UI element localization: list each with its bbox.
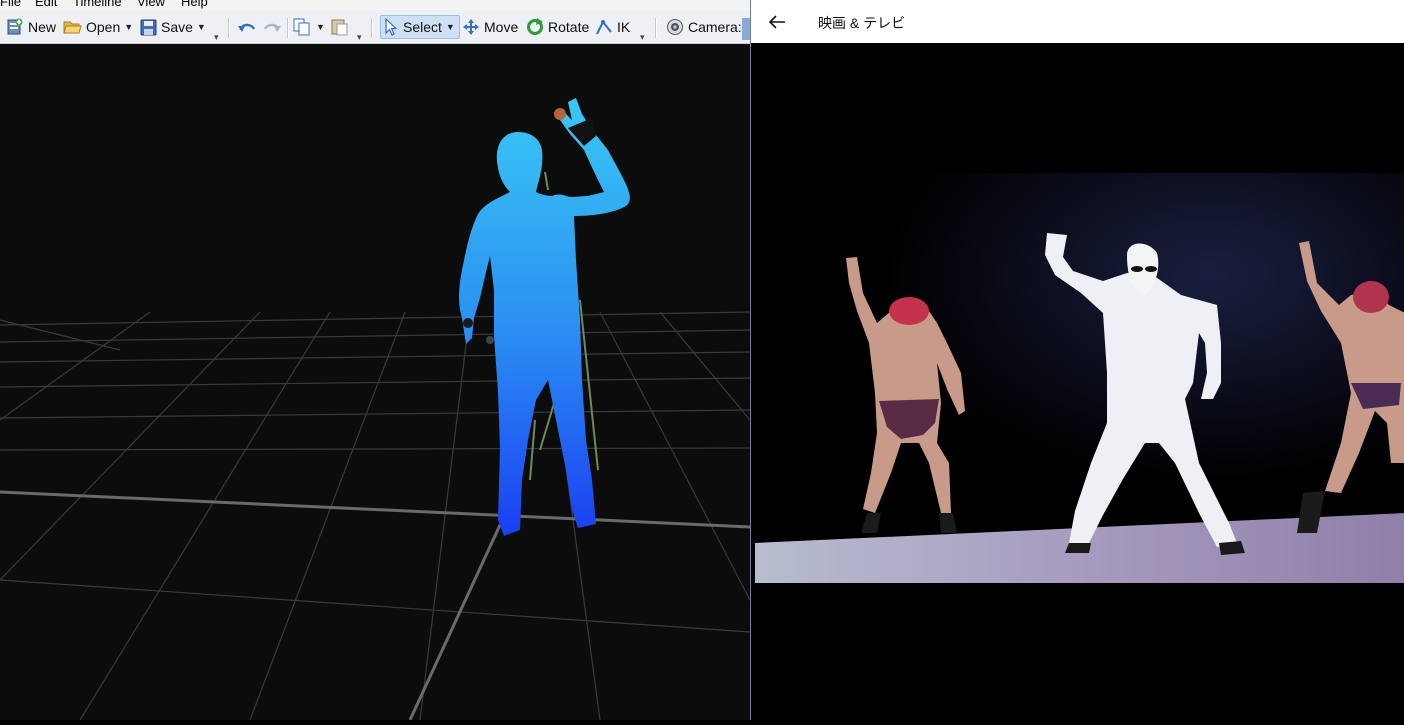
toolbar-separator xyxy=(287,18,289,38)
copy-icon xyxy=(293,18,310,36)
undo-icon xyxy=(238,23,256,32)
menu-edit[interactable]: Edit xyxy=(35,0,57,10)
copy-button[interactable]: ▼ xyxy=(293,15,325,39)
cursor-arrow-icon xyxy=(385,18,398,36)
menu-bar: File Edit Timeline View Help xyxy=(0,0,750,10)
video-frame[interactable] xyxy=(751,43,1404,720)
move-arrows-icon xyxy=(463,19,479,35)
rotate-tool-button[interactable]: Rotate xyxy=(526,15,589,39)
ik-chain-icon xyxy=(596,20,612,35)
camera-dropdown[interactable] xyxy=(742,18,750,40)
ik-tool-button[interactable]: IK xyxy=(595,15,630,39)
video-canvas xyxy=(751,43,1404,720)
viewport-canvas xyxy=(0,98,750,720)
camera-control[interactable]: Camera: xyxy=(666,15,742,39)
redo-icon xyxy=(263,23,281,32)
menu-view[interactable]: View xyxy=(137,0,165,10)
rotate-label: Rotate xyxy=(548,19,590,35)
menu-file[interactable]: File xyxy=(0,0,21,10)
main-toolbar: New Open ▼ Save ▼ ▾ ▼ ▾ Select ▼ Move Ro… xyxy=(0,10,750,44)
title-bar: 映画 & テレビ xyxy=(751,0,1404,43)
new-button[interactable]: New xyxy=(6,15,56,39)
open-dropdown-icon[interactable]: ▼ xyxy=(124,22,133,32)
select-tool-button[interactable]: Select ▼ xyxy=(380,15,460,39)
ik-label: IK xyxy=(617,19,631,35)
toolbar-separator xyxy=(371,18,373,38)
new-file-icon xyxy=(7,18,23,35)
back-button[interactable] xyxy=(765,10,789,34)
redo-button[interactable] xyxy=(262,15,282,39)
save-button[interactable]: Save ▼ xyxy=(140,15,206,39)
paste-button[interactable] xyxy=(330,15,349,39)
camera-icon xyxy=(667,19,683,35)
hand-joint-handle[interactable] xyxy=(554,108,566,120)
undo-button[interactable] xyxy=(237,15,257,39)
menu-timeline[interactable]: Timeline xyxy=(73,0,122,10)
toolbar-overflow-icon[interactable]: ▾ xyxy=(357,32,361,43)
toolbar-overflow-icon[interactable]: ▾ xyxy=(214,32,218,43)
menu-help[interactable]: Help xyxy=(181,0,208,10)
hand-joint-handle-left[interactable] xyxy=(463,318,473,328)
move-tool-button[interactable]: Move xyxy=(462,15,518,39)
app-title: 映画 & テレビ xyxy=(818,15,906,31)
floor-grid xyxy=(0,311,750,720)
movies-tv-window: 映画 & テレビ xyxy=(750,0,1404,720)
select-dropdown-icon[interactable]: ▼ xyxy=(446,22,455,32)
move-label: Move xyxy=(484,19,519,35)
new-label: New xyxy=(28,19,57,35)
copy-dropdown-icon[interactable]: ▼ xyxy=(316,22,325,32)
rotate-icon xyxy=(527,18,543,35)
toolbar-separator xyxy=(655,18,657,38)
camera-label: Camera: xyxy=(688,19,742,35)
select-label: Select xyxy=(403,19,442,35)
save-dropdown-icon[interactable]: ▼ xyxy=(197,22,206,32)
toolbar-overflow-icon[interactable]: ▾ xyxy=(640,32,644,43)
floor-axis-z xyxy=(408,524,502,720)
toolbar-separator xyxy=(228,18,230,38)
back-arrow-icon xyxy=(768,15,785,29)
floppy-disk-icon xyxy=(140,19,157,35)
floor-axis-x xyxy=(0,490,750,529)
pose-editor-window: File Edit Timeline View Help New Open ▼ xyxy=(0,0,750,720)
open-label: Open xyxy=(86,19,121,35)
folder-open-icon xyxy=(63,21,82,34)
open-button[interactable]: Open ▼ xyxy=(63,15,133,39)
3d-viewport[interactable] xyxy=(0,44,750,720)
save-label: Save xyxy=(161,19,193,35)
joint-handle[interactable] xyxy=(486,336,494,344)
paste-icon xyxy=(331,19,348,36)
